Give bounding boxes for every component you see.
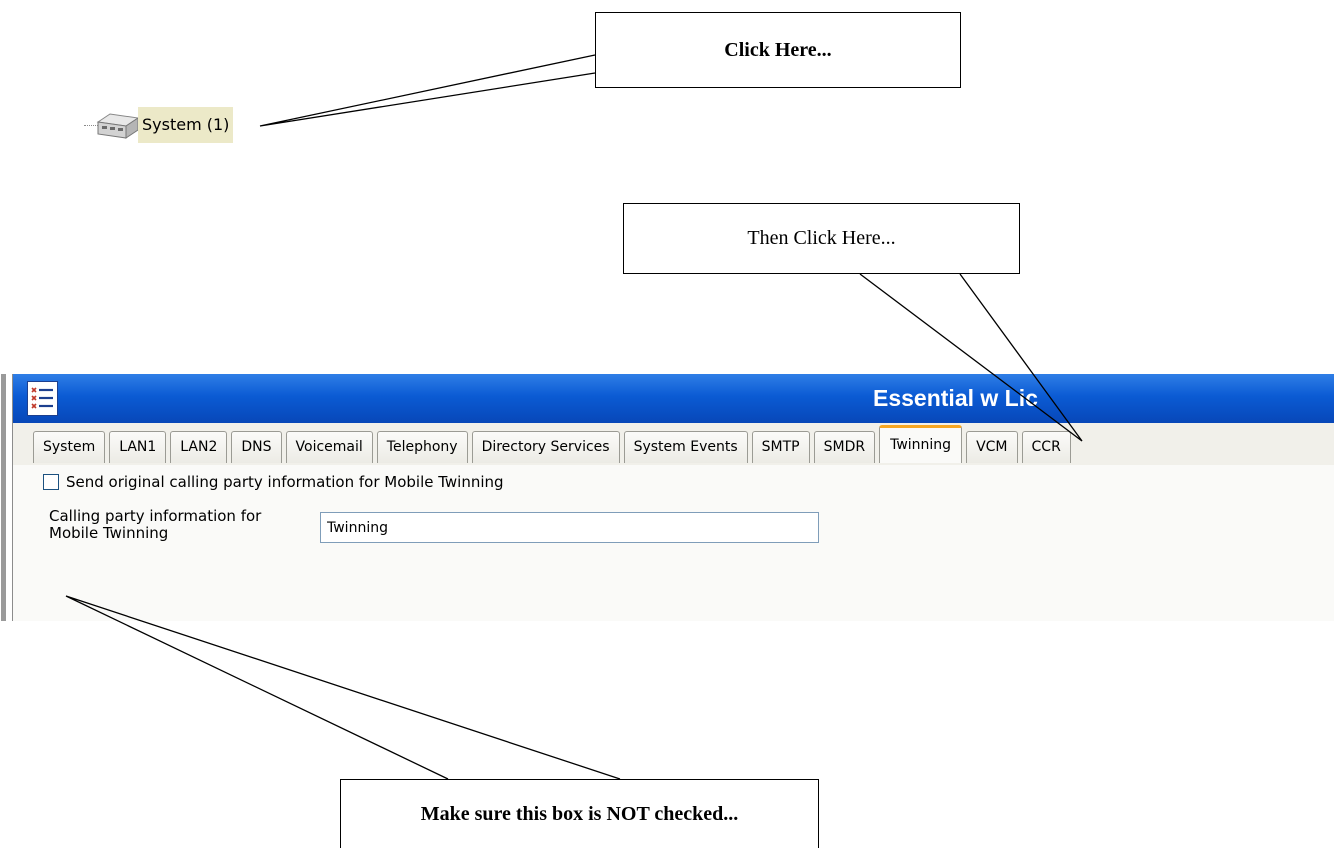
tab-twinning[interactable]: Twinning — [879, 425, 963, 463]
tab-system-events[interactable]: System Events — [623, 431, 748, 463]
tab-directory-services[interactable]: Directory Services — [471, 431, 620, 463]
tree-item-system[interactable]: System (1) — [138, 107, 234, 143]
tab-system[interactable]: System — [33, 431, 106, 463]
tab-smdr[interactable]: SMDR — [813, 431, 876, 463]
tab-vcm[interactable]: VCM — [966, 431, 1018, 463]
callout-text: Click Here... — [724, 38, 832, 61]
checkbox-label: Send original calling party information … — [66, 473, 504, 491]
tab-ccr[interactable]: CCR — [1021, 431, 1071, 463]
callout-text: Then Click Here... — [747, 227, 896, 249]
tab-dns[interactable]: DNS — [231, 431, 282, 463]
window-title: Essential w Lic — [873, 385, 1038, 411]
callout-text: Make sure this box is NOT checked... — [420, 802, 739, 825]
send-original-calling-party-checkbox[interactable] — [43, 474, 59, 490]
config-window: Essential w Lic System LAN1 LAN2 DNS Voi… — [1, 374, 1334, 621]
twinning-panel: Send original calling party information … — [13, 465, 1334, 621]
tab-smtp[interactable]: SMTP — [751, 431, 810, 463]
tab-strip: System LAN1 LAN2 DNS Voicemail Telephony… — [13, 423, 1334, 514]
tab-voicemail[interactable]: Voicemail — [285, 431, 373, 463]
callout-box-not-checked: Make sure this box is NOT checked... — [340, 779, 819, 848]
tab-lan2[interactable]: LAN2 — [170, 431, 228, 463]
window-titlebar: Essential w Lic — [13, 374, 1334, 423]
server-device-icon[interactable] — [96, 110, 140, 144]
callout-then-click-here: Then Click Here... — [623, 203, 1020, 274]
list-menu-icon[interactable] — [27, 381, 58, 416]
calling-party-info-input[interactable] — [320, 512, 819, 543]
tab-lan1[interactable]: LAN1 — [109, 431, 167, 463]
calling-party-info-label: Calling party information for Mobile Twi… — [49, 507, 262, 542]
tab-telephony[interactable]: Telephony — [376, 431, 468, 463]
send-original-calling-party-row: Send original calling party information … — [43, 473, 504, 491]
callout-click-here: Click Here... — [595, 12, 961, 88]
